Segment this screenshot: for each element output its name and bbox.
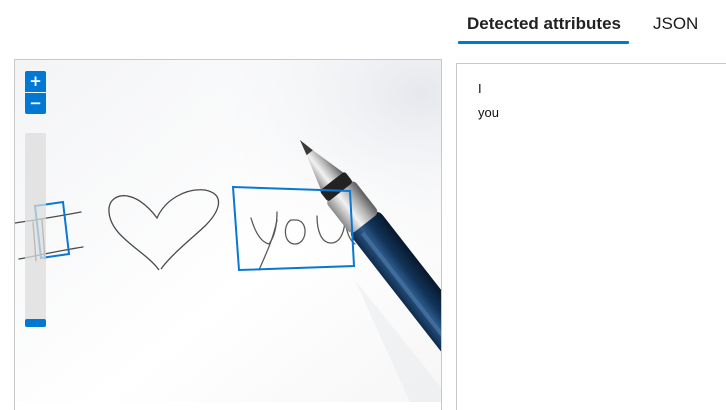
active-tab-indicator (458, 41, 629, 44)
image-viewer[interactable]: + − (14, 59, 442, 410)
tab-bar: Detected attributes JSON (458, 0, 726, 48)
detected-attributes-panel: I you (456, 63, 726, 410)
tab-detected-attributes[interactable]: Detected attributes (467, 13, 621, 35)
zoom-slider[interactable] (25, 133, 46, 327)
zoom-out-button[interactable]: − (25, 93, 46, 114)
zoom-in-button[interactable]: + (25, 71, 46, 92)
image-panel-footer (15, 402, 441, 410)
attribute-line: I (478, 81, 482, 96)
zoom-slider-thumb[interactable] (25, 319, 46, 327)
handwriting-photo (15, 60, 441, 402)
attribute-line: you (478, 105, 499, 120)
tab-json[interactable]: JSON (653, 13, 698, 35)
